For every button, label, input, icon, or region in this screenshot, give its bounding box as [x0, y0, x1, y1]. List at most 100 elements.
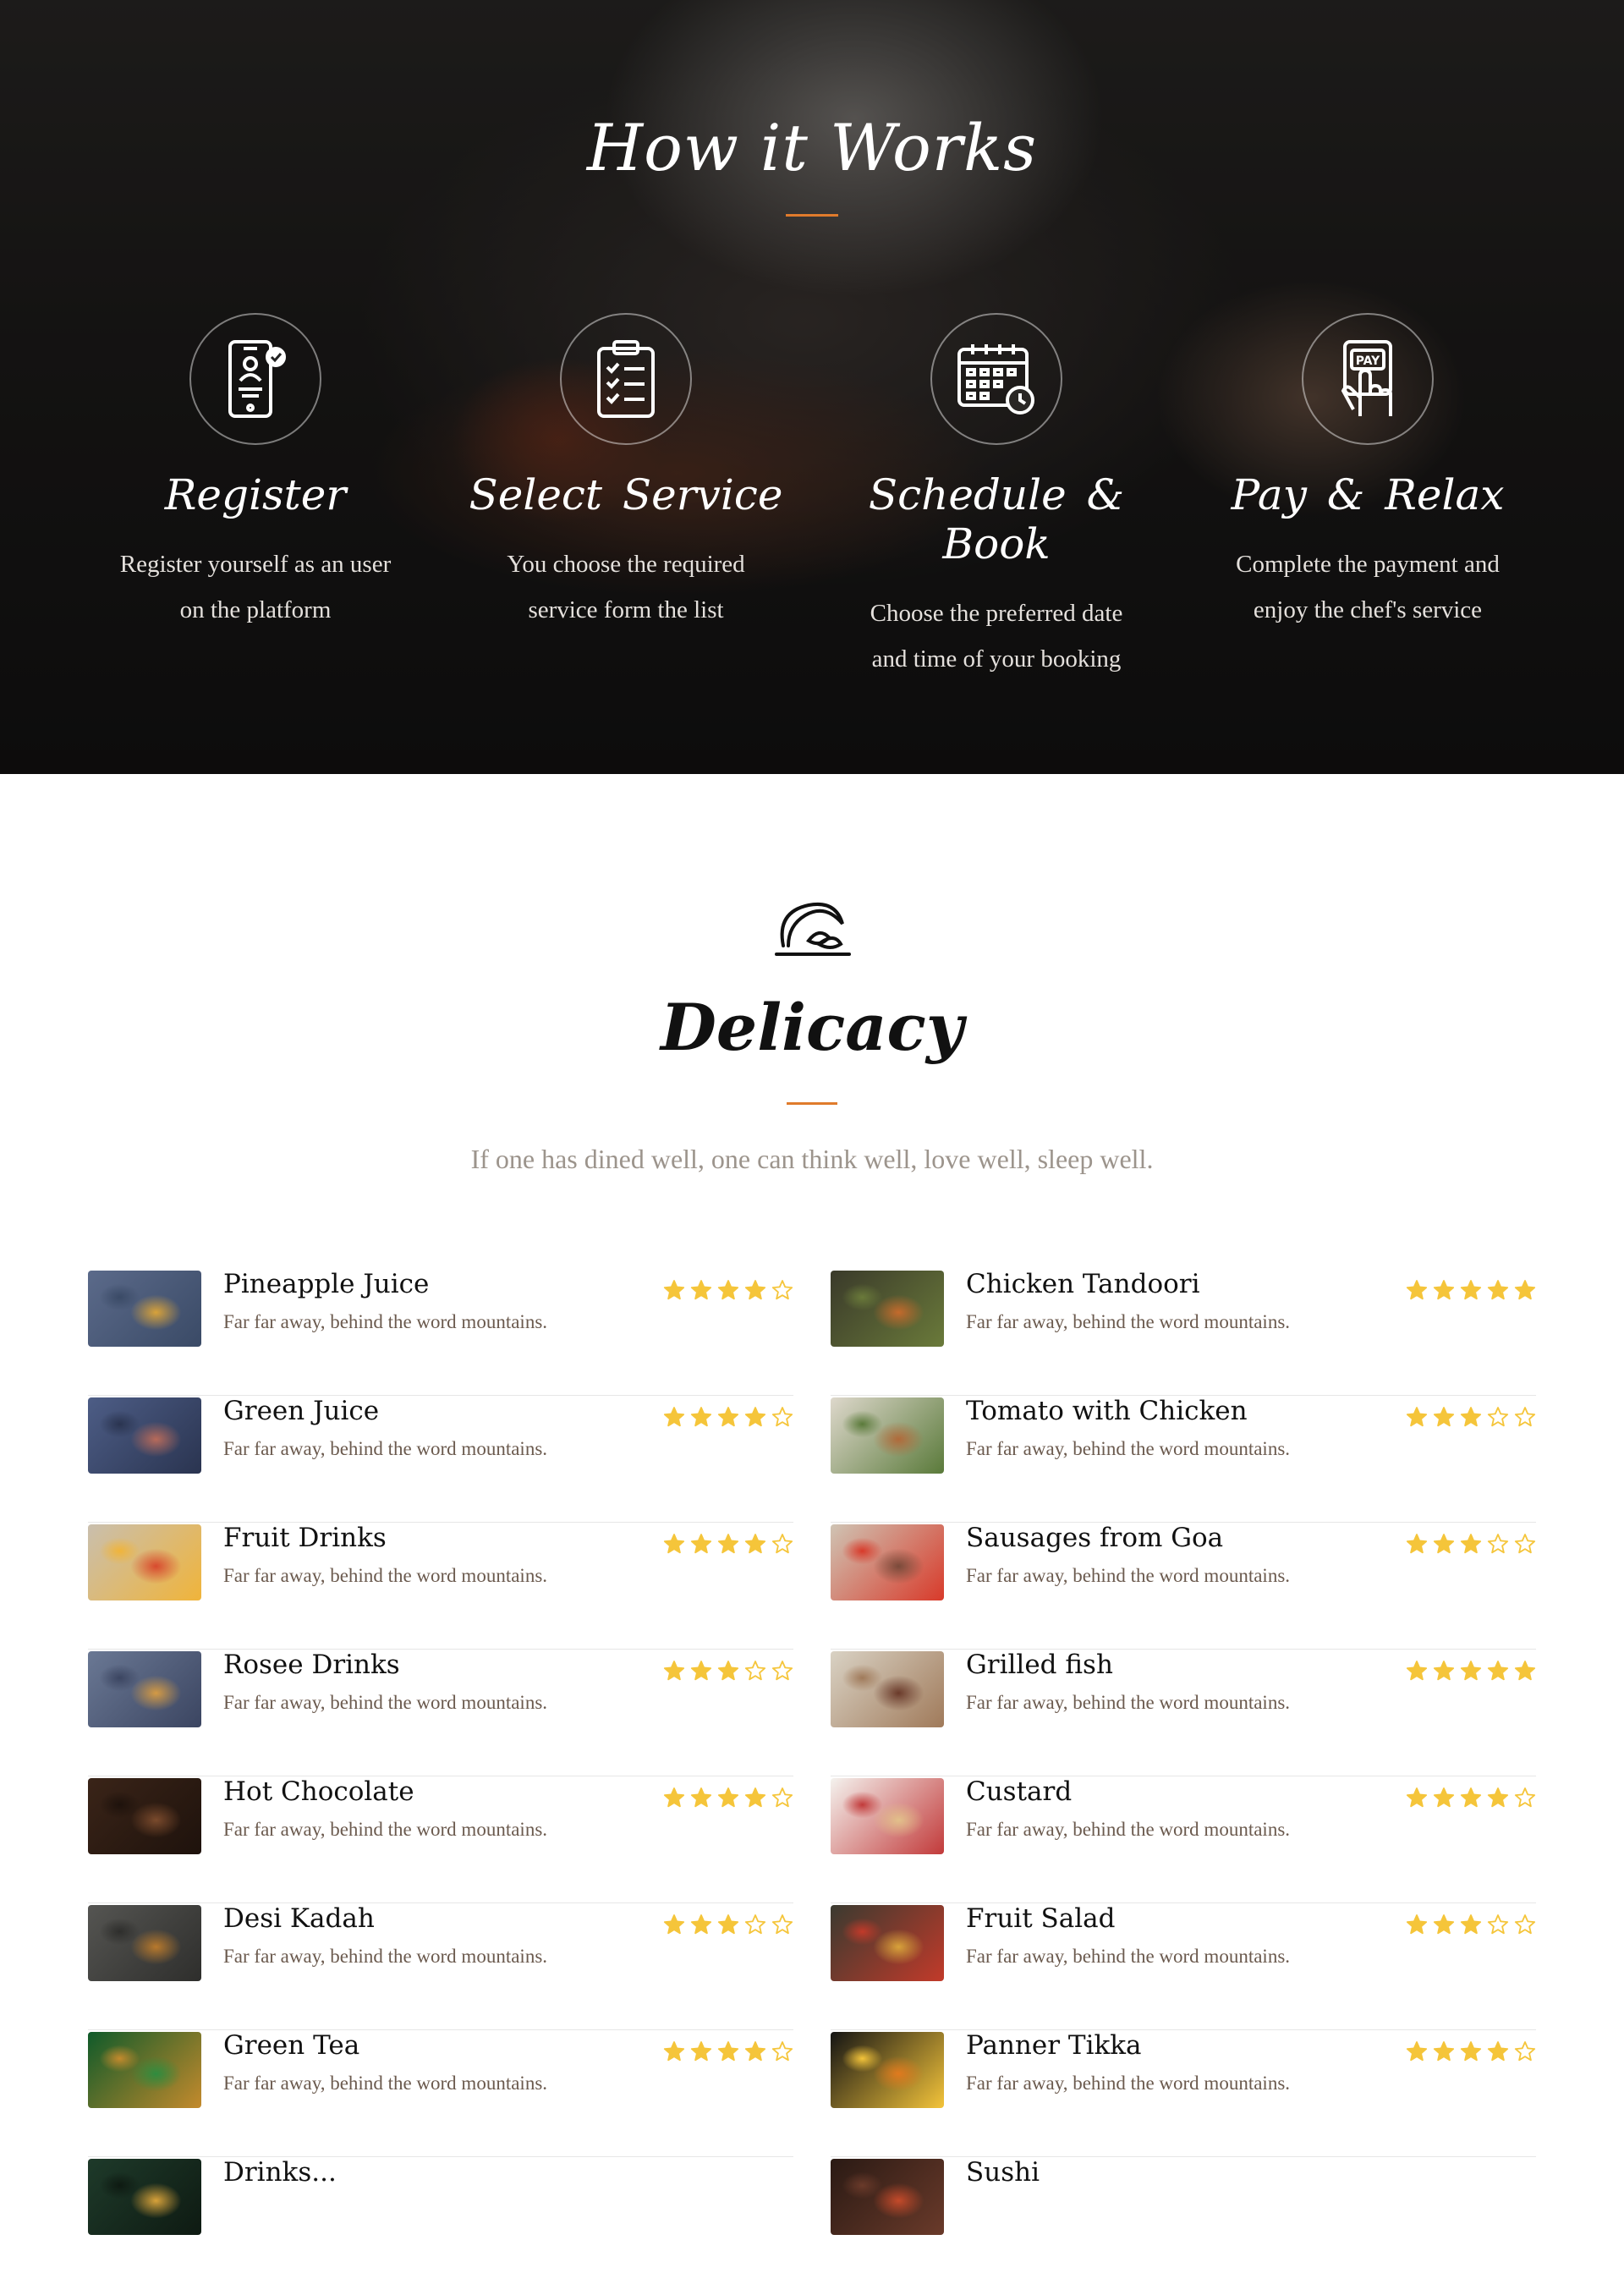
- dish-thumbnail: [831, 2159, 944, 2235]
- pay-hand-icon: PAY: [1302, 313, 1434, 445]
- dish-thumbnail: [88, 1271, 201, 1347]
- menu-item[interactable]: Green Juice Far far away, behind the wor…: [88, 1396, 793, 1523]
- star-empty-icon: [771, 1914, 793, 1935]
- menu-item[interactable]: Drinks...: [88, 2157, 793, 2284]
- star-filled-icon: [1487, 1787, 1509, 1808]
- dish-name: Fruit Drinks: [223, 1523, 387, 1553]
- star-filled-icon: [1433, 1407, 1455, 1427]
- dish-thumbnail: [88, 1778, 201, 1854]
- star-empty-icon: [1514, 1407, 1536, 1427]
- rating-stars: [663, 1533, 793, 1555]
- star-filled-icon: [1460, 1534, 1482, 1554]
- menu-item[interactable]: Hot Chocolate Far far away, behind the w…: [88, 1776, 793, 1903]
- star-filled-icon: [690, 1661, 712, 1681]
- dish-name: Green Juice: [223, 1396, 380, 1426]
- star-empty-icon: [1487, 1914, 1509, 1935]
- step-description: Register yourself as an user on the plat…: [119, 551, 392, 623]
- dish-description: Far far away, behind the word mountains.: [966, 2073, 1291, 2094]
- star-filled-icon: [1487, 2041, 1509, 2062]
- dish-name: Chicken Tandoori: [966, 1269, 1200, 1299]
- dish-name: Pineapple Juice: [223, 1269, 430, 1299]
- star-empty-icon: [1514, 1914, 1536, 1935]
- dish-description: Far far away, behind the word mountains.: [966, 1946, 1291, 1967]
- dish-name: Drinks...: [223, 2157, 337, 2188]
- dish-description: Far far away, behind the word mountains.: [223, 1946, 548, 1967]
- rating-stars: [1406, 1787, 1536, 1809]
- dish-description: Far far away, behind the word mountains.: [223, 1692, 548, 1713]
- rating-stars: [1406, 1406, 1536, 1428]
- star-filled-icon: [1514, 1280, 1536, 1300]
- menu-item[interactable]: Custard Far far away, behind the word mo…: [831, 1776, 1536, 1903]
- rating-stars: [1406, 1279, 1536, 1301]
- dish-description: Far far away, behind the word mountains.: [966, 1565, 1291, 1586]
- menu-item[interactable]: Panner Tikka Far far away, behind the wo…: [831, 2030, 1536, 2157]
- menu-item[interactable]: Grilled fish Far far away, behind the wo…: [831, 1650, 1536, 1776]
- menu-item[interactable]: Fruit Drinks Far far away, behind the wo…: [88, 1523, 793, 1650]
- dish-description: Far far away, behind the word mountains.: [223, 1565, 548, 1586]
- star-filled-icon: [1406, 1534, 1428, 1554]
- dish-thumbnail: [88, 2032, 201, 2108]
- star-filled-icon: [1514, 1661, 1536, 1681]
- dish-description: Far far away, behind the word mountains.: [223, 1438, 548, 1459]
- section-title: How it Works: [586, 110, 1038, 185]
- star-filled-icon: [663, 1280, 685, 1300]
- dish-thumbnail: [831, 1397, 944, 1474]
- star-filled-icon: [663, 2041, 685, 2062]
- menu-item[interactable]: Pineapple Juice Far far away, behind the…: [88, 1269, 793, 1396]
- star-filled-icon: [717, 1914, 739, 1935]
- star-filled-icon: [1406, 1661, 1428, 1681]
- menu-item[interactable]: Rosee Drinks Far far away, behind the wo…: [88, 1650, 793, 1776]
- title-underline: [787, 1102, 837, 1105]
- svg-text:PAY: PAY: [1356, 354, 1380, 368]
- star-filled-icon: [663, 1534, 685, 1554]
- star-filled-icon: [744, 1407, 766, 1427]
- star-filled-icon: [1433, 1787, 1455, 1808]
- star-empty-icon: [771, 2041, 793, 2062]
- star-empty-icon: [1487, 1407, 1509, 1427]
- dish-description: Far far away, behind the word mountains.: [223, 1311, 548, 1332]
- menu-item[interactable]: Chicken Tandoori Far far away, behind th…: [831, 1269, 1536, 1396]
- star-filled-icon: [1433, 2041, 1455, 2062]
- rating-stars: [663, 1787, 793, 1809]
- rating-stars: [1406, 2040, 1536, 2062]
- dish-thumbnail: [831, 1524, 944, 1600]
- menu-item[interactable]: Fruit Salad Far far away, behind the wor…: [831, 1903, 1536, 2030]
- menu-item[interactable]: Sushi: [831, 2157, 1536, 2284]
- step-pay-relax: PAY Pay & Relax Complete the payment and…: [1182, 313, 1554, 633]
- menu-item[interactable]: Sausages from Goa Far far away, behind t…: [831, 1523, 1536, 1650]
- star-filled-icon: [1460, 2041, 1482, 2062]
- dish-thumbnail: [831, 1651, 944, 1727]
- rating-stars: [1406, 1533, 1536, 1555]
- star-filled-icon: [717, 1280, 739, 1300]
- star-empty-icon: [771, 1787, 793, 1808]
- menu-item[interactable]: Desi Kadah Far far away, behind the word…: [88, 1903, 793, 2030]
- star-filled-icon: [1406, 1914, 1428, 1935]
- menu-item[interactable]: Green Tea Far far away, behind the word …: [88, 2030, 793, 2157]
- star-empty-icon: [771, 1661, 793, 1681]
- step-schedule-book: Schedule & Book Choose the preferred dat…: [810, 313, 1182, 682]
- dish-description: Far far away, behind the word mountains.: [966, 1438, 1291, 1459]
- step-register: Register Register yourself as an user on…: [69, 313, 442, 633]
- dish-name: Sausages from Goa: [966, 1523, 1224, 1553]
- star-filled-icon: [1433, 1534, 1455, 1554]
- star-filled-icon: [1460, 1407, 1482, 1427]
- star-filled-icon: [690, 1914, 712, 1935]
- star-filled-icon: [690, 1787, 712, 1808]
- star-filled-icon: [1406, 2041, 1428, 2062]
- calendar-clock-icon: [930, 313, 1062, 445]
- step-description: Complete the payment and enjoy the chef'…: [1236, 551, 1500, 623]
- dish-description: Far far away, behind the word mountains.: [966, 1819, 1291, 1840]
- dish-thumbnail: [831, 1778, 944, 1854]
- rating-stars: [663, 1913, 793, 1935]
- star-filled-icon: [1487, 1280, 1509, 1300]
- rating-stars: [1406, 1913, 1536, 1935]
- star-filled-icon: [1460, 1280, 1482, 1300]
- step-title: Pay & Relax: [1231, 470, 1505, 519]
- star-filled-icon: [690, 1280, 712, 1300]
- star-filled-icon: [1433, 1914, 1455, 1935]
- rating-stars: [663, 1279, 793, 1301]
- delicacy-subtitle: If one has dined well, one can think wel…: [470, 1144, 1154, 1174]
- star-empty-icon: [744, 1914, 766, 1935]
- star-filled-icon: [1433, 1661, 1455, 1681]
- menu-item[interactable]: Tomato with Chicken Far far away, behind…: [831, 1396, 1536, 1523]
